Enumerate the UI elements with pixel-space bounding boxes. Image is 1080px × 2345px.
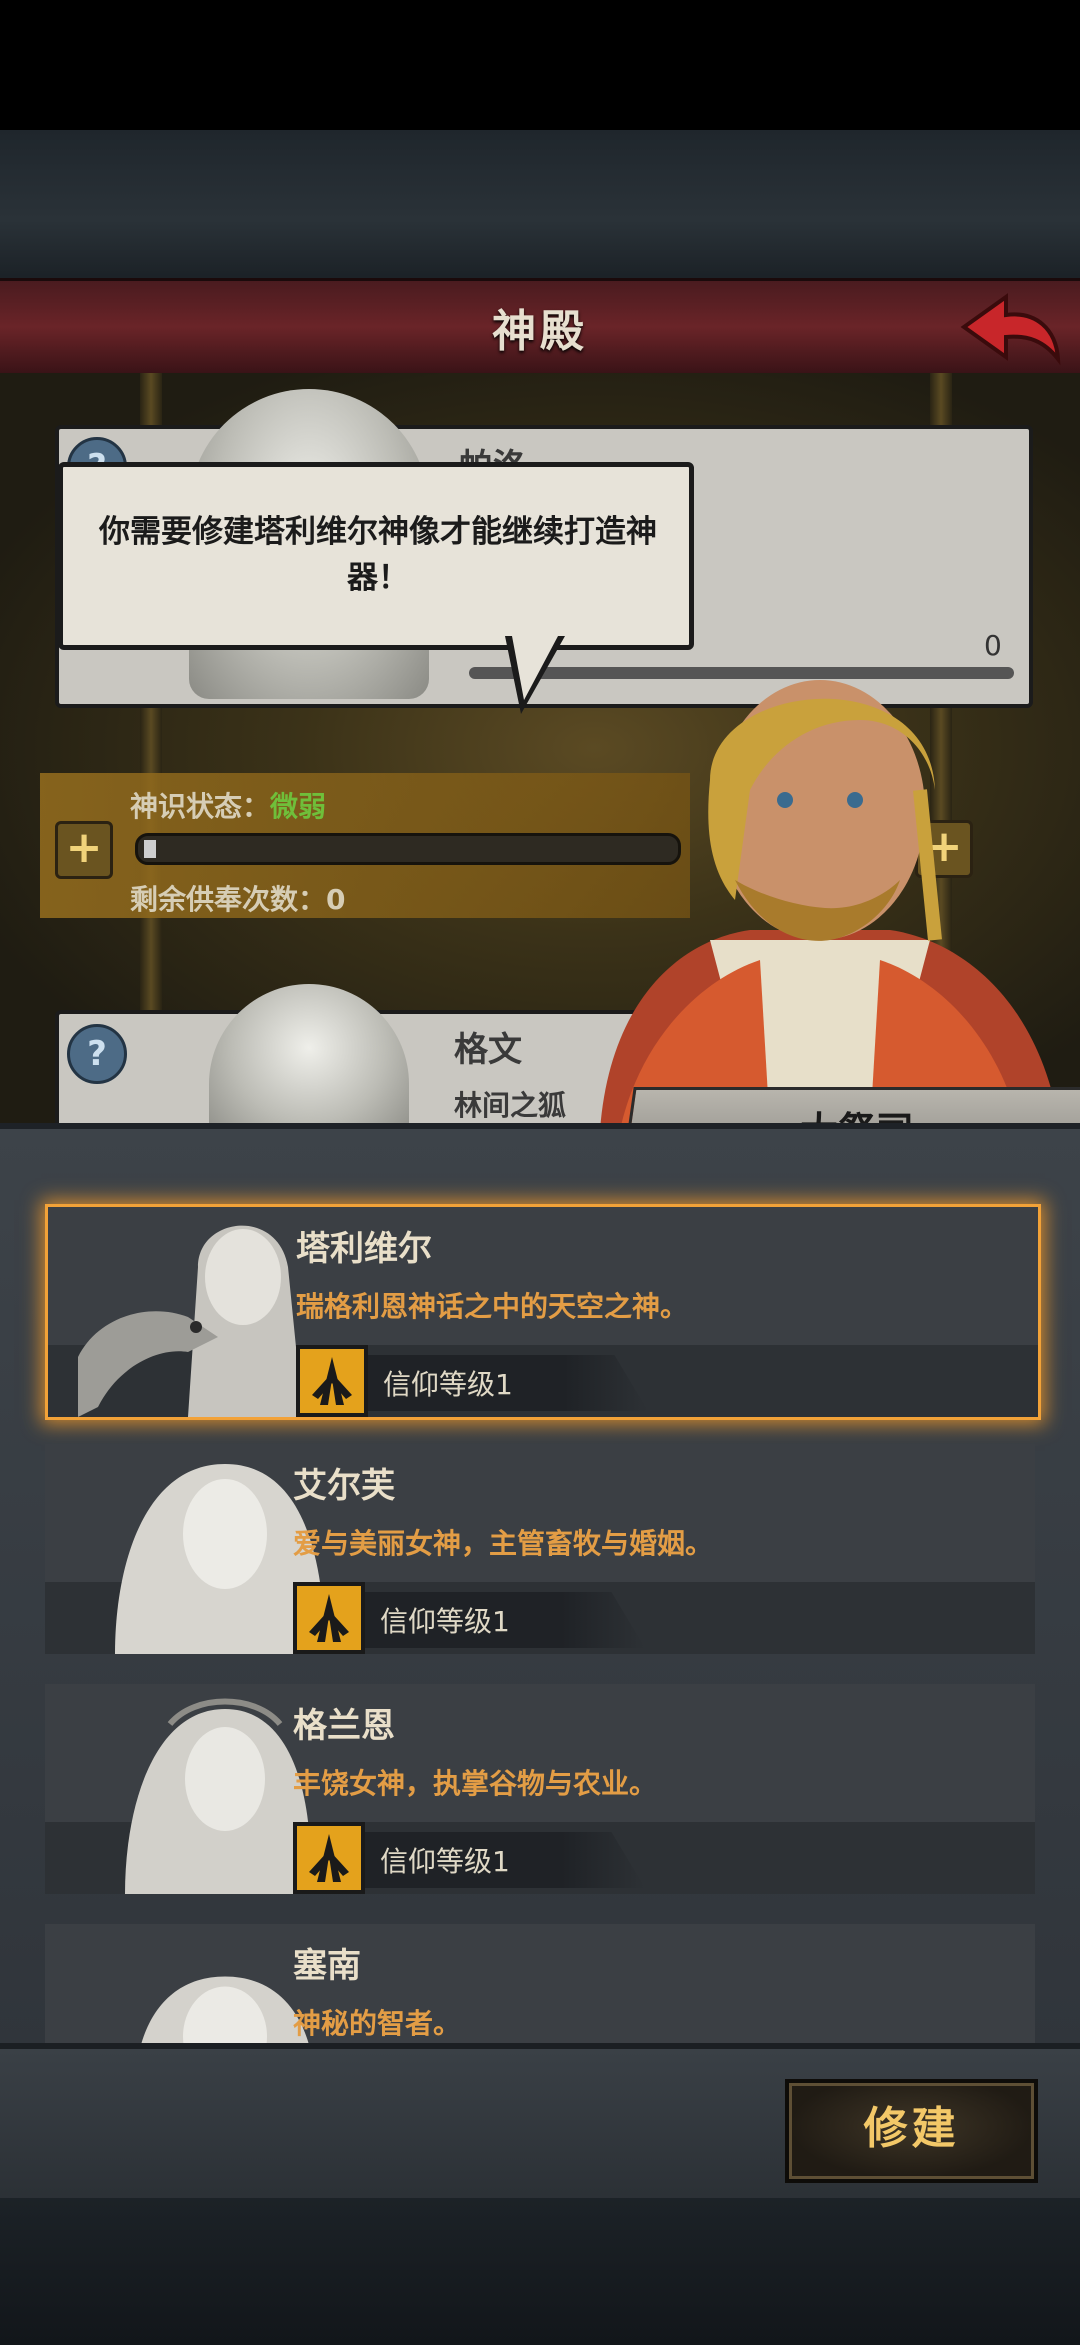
faith-slider-fill [144,840,156,858]
deity-name: 艾尔芙 [293,1466,395,1506]
deity-description: 爱与美丽女神，主管畜牧与婚姻。 [293,1527,714,1560]
high-priest-portrait [600,680,1060,1130]
deity-portrait-elf [115,1464,325,1654]
header-bar: 神殿 [0,278,1080,376]
deity-name: 格兰恩 [293,1706,395,1746]
faith-rank-icon [293,1822,365,1894]
deity-description: 瑞格利恩神话之中的天空之神。 [296,1290,689,1323]
status-line: 神识状态：微弱 [130,785,326,825]
bottom-band [0,2198,1080,2345]
faith-rank-glyph [312,1357,352,1405]
speech-text: 你需要修建塔利维尔神像才能继续打造神器！ [99,514,657,596]
deity-list: 塔利维尔 瑞格利恩神话之中的天空之神。 信仰等级1 艾尔芙 爱与美丽女神，主管畜… [0,1123,1080,2049]
faith-level: 信仰等级1 [380,1605,510,1638]
faith-rank-glyph [309,1834,349,1882]
status-value: 微弱 [270,790,327,823]
deity-portrait-grann [125,1698,311,1894]
deity-name: 格文 [454,1030,522,1070]
faith-rank-icon [293,1582,365,1654]
deity-name: 塞南 [293,1946,361,1986]
deity-description: 神秘的智者。 [293,2007,462,2040]
deity-portrait-senan [139,1976,311,2049]
speech-bubble: 你需要修建塔利维尔神像才能继续打造神器！ [58,462,694,650]
deity-row[interactable]: 塔利维尔 瑞格利恩神话之中的天空之神。 信仰等级1 [45,1204,1041,1420]
faith-rank-glyph [309,1594,349,1642]
bottom-action-bar: 修建 [0,2043,1080,2204]
deity-name: 塔利维尔 [296,1229,432,1269]
deity-row[interactable]: 塞南 神秘的智者。 [45,1924,1035,2049]
faith-rank-icon [296,1345,368,1417]
page-title: 神殿 [492,306,588,357]
faith-level: 信仰等级1 [380,1845,510,1878]
add-offering-button[interactable]: + [55,821,113,879]
deity-row[interactable]: 格兰恩 丰饶女神，执掌谷物与农业。 信仰等级1 [45,1684,1035,1894]
status-label: 神识状态： [130,790,271,823]
speech-tail-inner [512,636,558,700]
faith-level: 信仰等级1 [383,1368,513,1401]
deity-epithet: 林间之狐 [454,1089,567,1122]
help-icon[interactable]: ? [67,1024,127,1084]
deity-row[interactable]: 艾尔芙 爱与美丽女神，主管畜牧与婚姻。 信仰等级1 [45,1444,1035,1654]
build-button[interactable]: 修建 [785,2079,1038,2183]
top-band [0,130,1080,280]
back-arrow-icon[interactable] [956,289,1066,367]
deity-portrait-tariver [78,1225,303,1417]
deity-description: 丰饶女神，执掌谷物与农业。 [293,1767,658,1800]
top-black-bar [0,0,1080,130]
offerings-label: 剩余供奉次数：0 [130,883,346,916]
